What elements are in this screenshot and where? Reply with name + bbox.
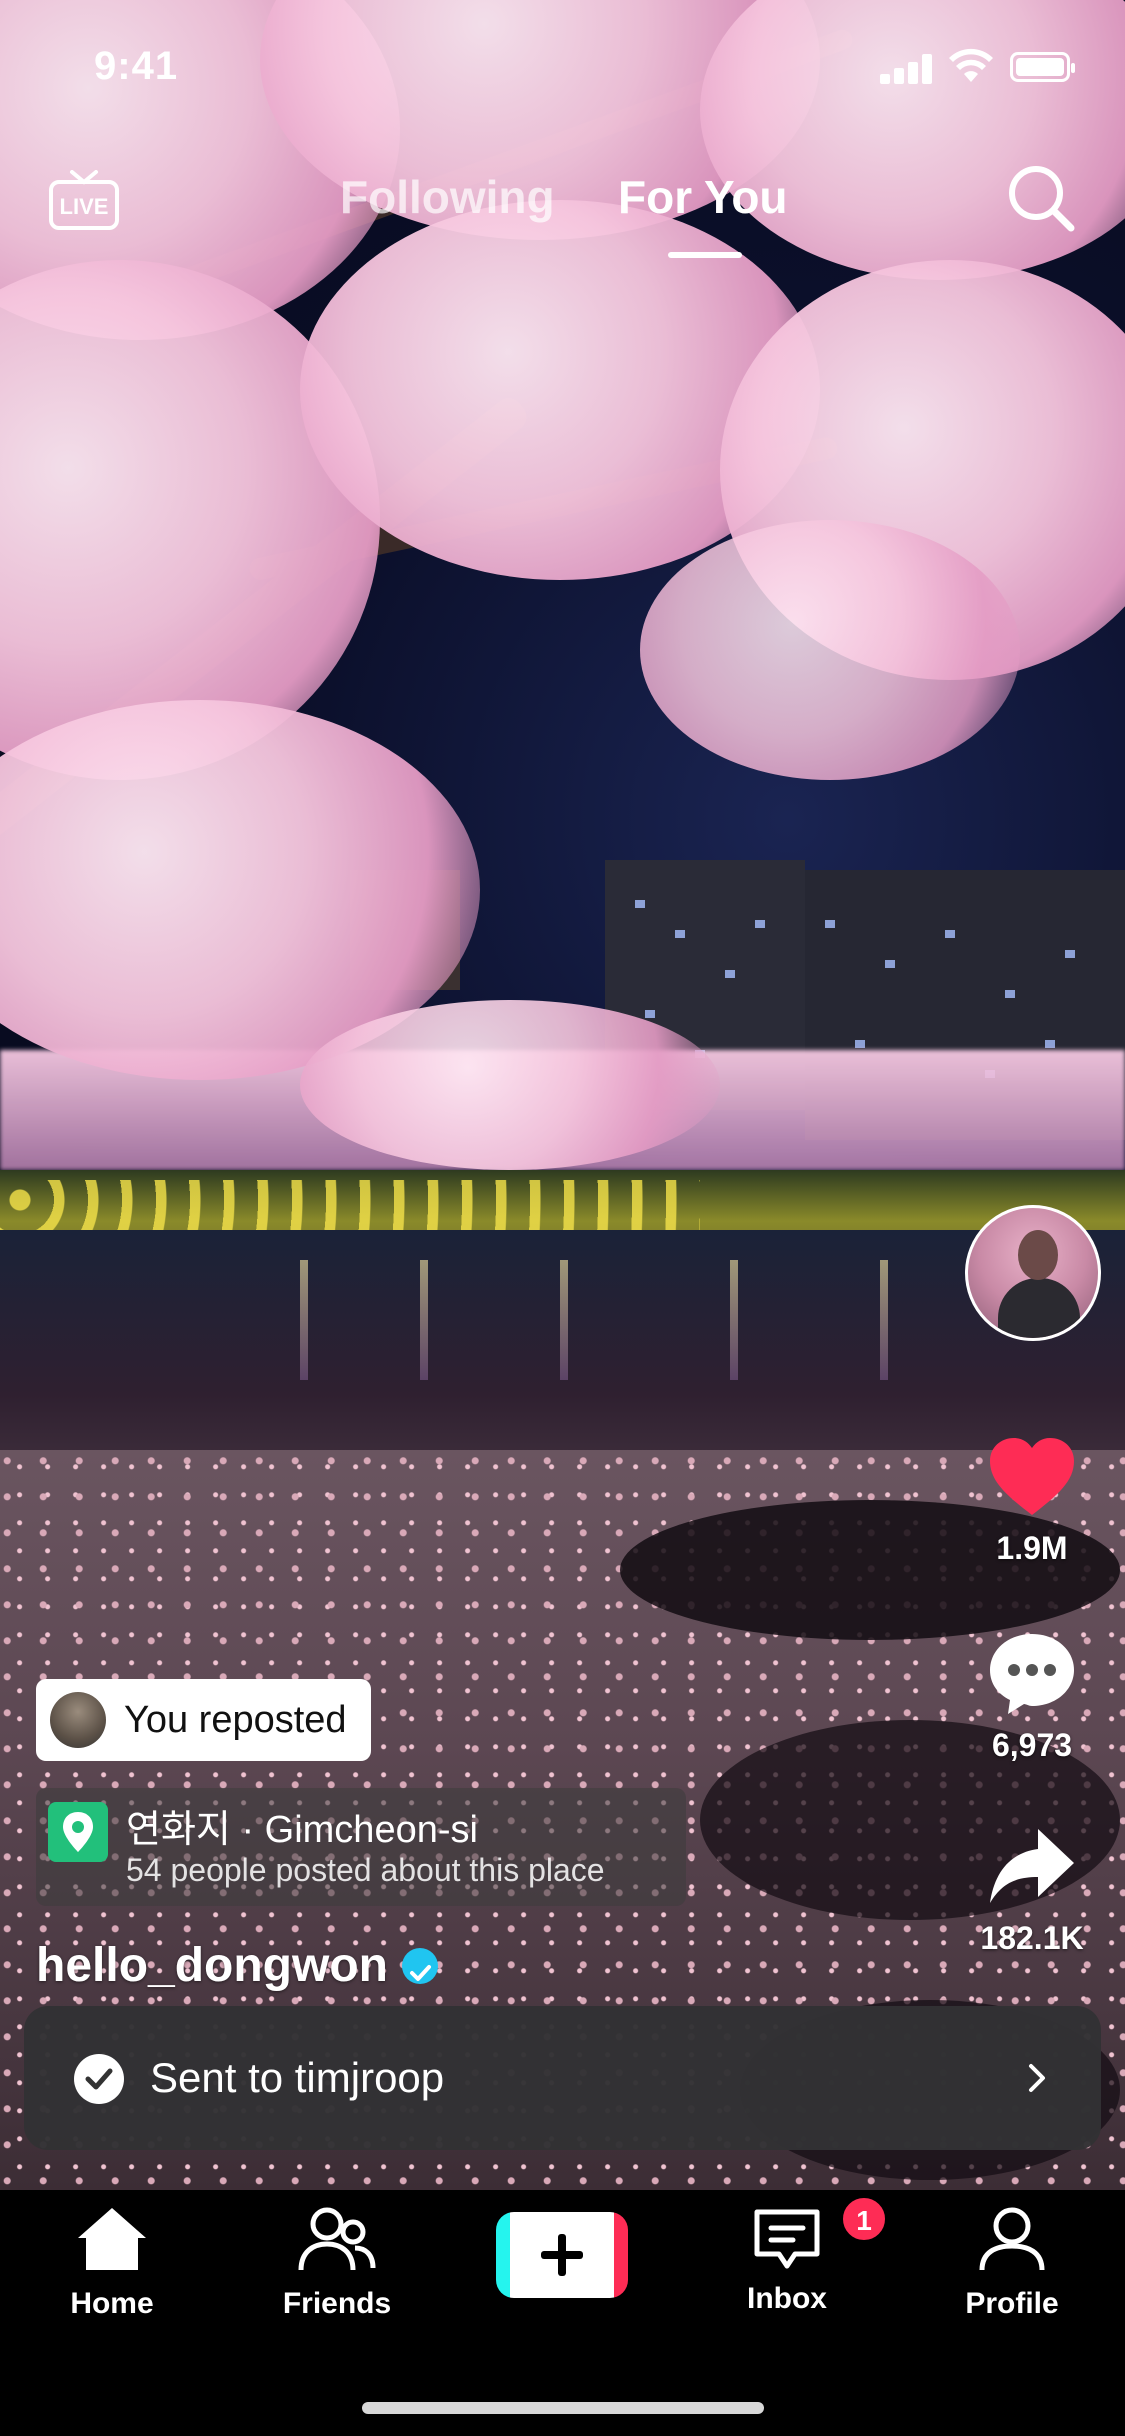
top-navigation: LIVE Following For You — [0, 160, 1125, 260]
avatar-figure-head — [1018, 1230, 1058, 1280]
comment-bubble-icon — [990, 1634, 1074, 1714]
tab-following[interactable]: Following — [340, 170, 555, 224]
comment-count: 6,973 — [991, 1727, 1073, 1763]
share-count: 182.1K — [980, 1920, 1084, 1956]
location-tag[interactable]: 연화지 · Gimcheon-si 54 people posted about… — [36, 1788, 686, 1906]
nav-profile[interactable]: Profile — [932, 2204, 1092, 2321]
search-icon[interactable] — [1005, 162, 1077, 234]
plus-icon — [541, 2234, 583, 2276]
creator-username[interactable]: hello_dongwon — [36, 1938, 438, 1993]
nav-inbox[interactable]: 1 Inbox — [707, 2196, 887, 2316]
nav-profile-label: Profile — [965, 2287, 1059, 2320]
battery-icon — [1010, 52, 1075, 82]
chevron-right-icon[interactable] — [1017, 2058, 1057, 2098]
home-icon — [78, 2208, 146, 2270]
light-reflection — [560, 1260, 568, 1380]
status-bar: 9:41 — [0, 0, 1125, 120]
nav-home-label: Home — [70, 2287, 154, 2320]
nav-inbox-label: Inbox — [747, 2282, 827, 2315]
inbox-badge: 1 — [841, 2196, 887, 2242]
location-pin-icon — [48, 1802, 108, 1862]
light-reflection — [420, 1260, 428, 1380]
live-tv-icon[interactable]: LIVE — [48, 170, 120, 230]
home-indicator[interactable] — [362, 2402, 764, 2414]
like-button[interactable]: 1.9M — [957, 1435, 1107, 1567]
wifi-icon — [949, 48, 993, 82]
heart-icon — [990, 1438, 1074, 1515]
nav-friends-label: Friends — [282, 2287, 392, 2320]
blossom-cluster — [300, 1000, 720, 1170]
share-button[interactable]: 182.1K — [957, 1825, 1107, 1957]
tab-for-you[interactable]: For You — [618, 170, 788, 224]
creator-avatar[interactable] — [965, 1205, 1101, 1341]
like-count: 1.9M — [996, 1530, 1068, 1566]
light-reflection — [730, 1260, 738, 1380]
blossom-cluster — [640, 520, 1020, 780]
light-reflection — [880, 1260, 888, 1380]
tiktok-feed-screen: 9:41 LIVE Following For You 1.9M 6,973 1… — [0, 0, 1125, 2436]
svg-text:LIVE: LIVE — [60, 194, 109, 219]
check-circle-icon — [74, 2054, 124, 2104]
nav-friends[interactable]: Friends — [257, 2204, 417, 2321]
toast-message: Sent to timjroop — [150, 2054, 445, 2101]
location-subtitle: 54 people posted about this place — [126, 1852, 605, 1888]
repost-avatar — [50, 1692, 106, 1748]
status-time: 9:41 — [94, 44, 179, 88]
profile-icon — [979, 2207, 1045, 2271]
inbox-icon — [754, 2209, 820, 2269]
sent-toast[interactable]: Sent to timjroop — [24, 2006, 1101, 2150]
active-tab-indicator — [668, 252, 742, 258]
friends-icon — [298, 2207, 376, 2271]
avatar-figure-body — [998, 1278, 1080, 1338]
username-text: hello_dongwon — [36, 1939, 388, 1992]
nav-home[interactable]: Home — [32, 2204, 192, 2321]
share-arrow-icon — [990, 1829, 1074, 1903]
comment-button[interactable]: 6,973 — [957, 1630, 1107, 1764]
bottom-navigation: Home Friends 1 Inbox Profile — [0, 2190, 1125, 2436]
light-reflection — [300, 1260, 308, 1380]
repost-indicator[interactable]: You reposted — [36, 1679, 371, 1761]
verified-badge-icon — [401, 1947, 438, 1984]
repost-label: You reposted — [124, 1698, 347, 1741]
location-title: 연화지 · Gimcheon-si — [126, 1809, 478, 1851]
cellular-signal-icon — [880, 54, 936, 84]
create-button[interactable] — [496, 2212, 628, 2298]
